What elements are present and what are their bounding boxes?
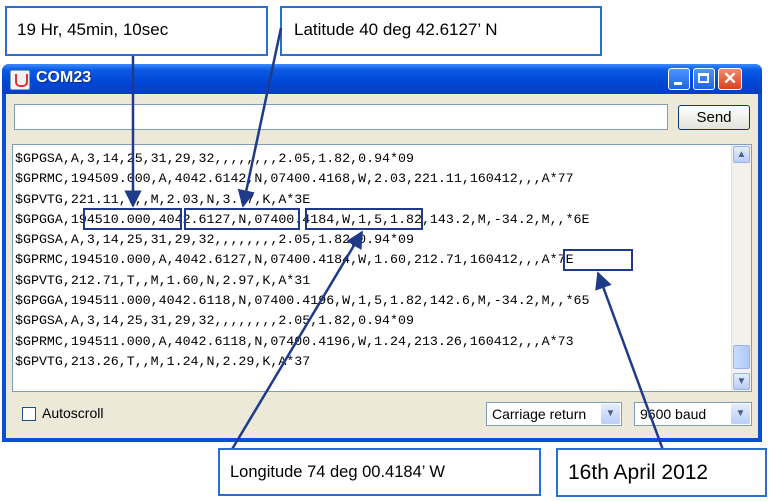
arrow-latitude [237, 27, 283, 208]
arrow-date [595, 271, 665, 451]
annotation-date: 16th April 2012 [556, 448, 767, 497]
arrow-longitude [226, 230, 364, 457]
annotation-longitude: Longitude 74 deg 00.4184’ W [218, 448, 541, 496]
annotation-arrows [124, 27, 665, 457]
